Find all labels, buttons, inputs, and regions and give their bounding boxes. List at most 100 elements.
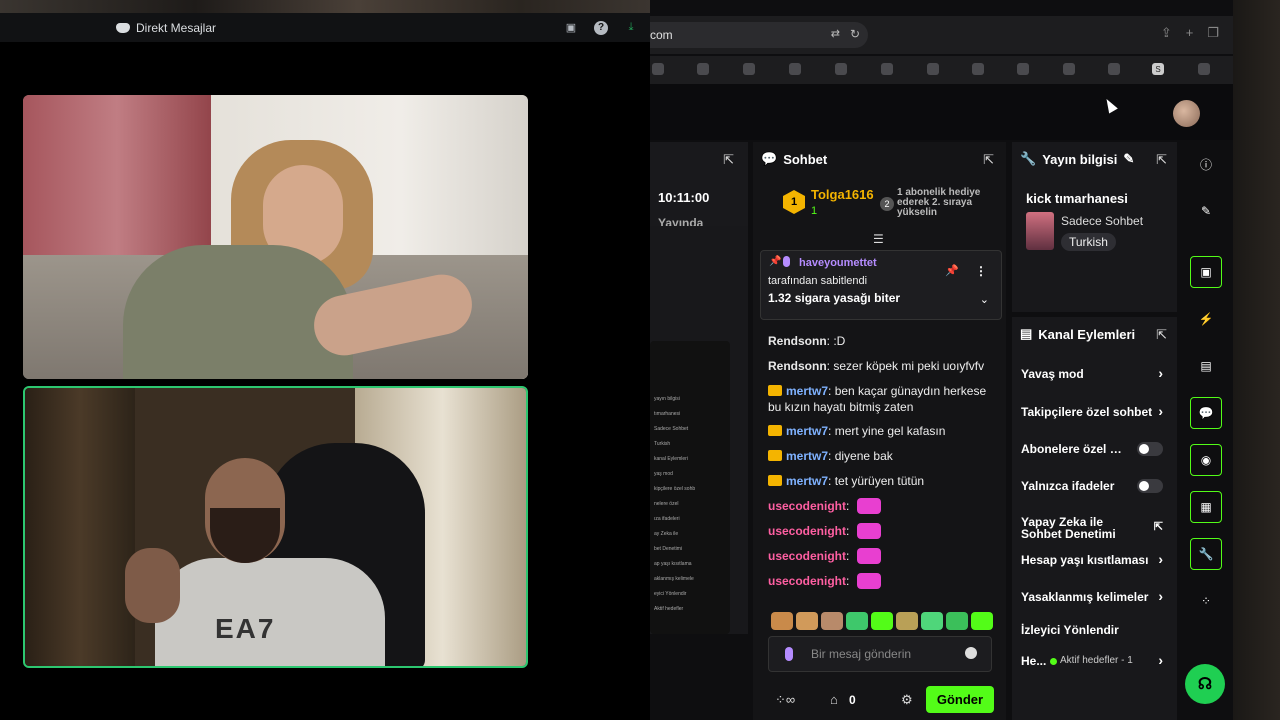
separator: : xyxy=(828,384,835,398)
emote-icon[interactable] xyxy=(971,612,993,630)
thumbnail-text: Turkish xyxy=(654,441,671,447)
emote-icon[interactable] xyxy=(796,612,818,630)
popout-icon[interactable]: ⇱ xyxy=(1156,327,1167,343)
gift-leader-username[interactable]: Tolga1616 xyxy=(811,187,874,202)
chat-panel: 💬 Sohbet ⇱ 1 Tolga1616 1 2 1 abonelik he… xyxy=(753,142,1006,720)
help-icon[interactable]: ? xyxy=(594,20,608,35)
discord-title: Direkt Mesajlar xyxy=(116,13,216,42)
chat-username[interactable]: mertw7 xyxy=(786,449,828,463)
stream-category[interactable]: Sadece Sohbet xyxy=(1061,214,1143,228)
chat-username[interactable]: usecodenight xyxy=(768,549,846,563)
popout-icon[interactable]: ⇱ xyxy=(983,152,994,168)
channel-action-item[interactable]: Yalnızca ifadeler xyxy=(1021,479,1171,496)
chevron-right-icon[interactable]: › xyxy=(1158,654,1163,668)
filter-icon[interactable]: ☰ xyxy=(873,232,884,246)
channel-action-item[interactable]: Hesap yaşı kısıtlaması › xyxy=(1021,553,1171,567)
translate-icon[interactable]: ⇄ xyxy=(831,27,840,40)
mic-icon[interactable] xyxy=(785,647,793,661)
info-icon[interactable]: ⓘ xyxy=(1190,148,1222,180)
bookmark-icon[interactable] xyxy=(789,63,801,75)
unpin-icon[interactable]: 📌 xyxy=(945,264,959,277)
panel-header: 🔧 Yayın bilgisi ✎ xyxy=(1020,151,1134,167)
chat-icon[interactable]: 💬 xyxy=(1190,397,1222,429)
pinned-by-username[interactable]: haveyoumettet xyxy=(799,257,877,269)
broadcast-icon[interactable]: ◉ xyxy=(1190,444,1222,476)
edit-icon[interactable]: ✎ xyxy=(1123,151,1134,167)
apps-icon[interactable]: ⁘ xyxy=(1190,585,1222,617)
chevron-right-icon[interactable]: › xyxy=(1158,590,1163,604)
stream-preview-thumbnail[interactable]: yayın bilgisi tımarhanesi Sadece Sohbet Tur… xyxy=(650,341,730,634)
screenshot-icon[interactable]: ▣ xyxy=(1190,256,1222,288)
popout-icon[interactable]: ⇱ xyxy=(723,152,734,168)
emote-icon[interactable] xyxy=(771,612,793,630)
channel-points-icon[interactable]: ⁘∞ xyxy=(775,692,795,708)
more-options-icon[interactable]: ⋮ xyxy=(975,264,987,278)
emote-icon[interactable] xyxy=(846,612,868,630)
emote-icon[interactable] xyxy=(871,612,893,630)
store-icon[interactable]: ⌂ xyxy=(830,692,838,707)
address-bar[interactable]: com ⇄ ↻ xyxy=(650,22,868,48)
avatar[interactable] xyxy=(1173,100,1200,127)
chat-username[interactable]: Rendsonn xyxy=(768,334,827,348)
notes-icon[interactable]: ▤ xyxy=(1190,350,1222,382)
video-tile-1[interactable] xyxy=(23,95,528,379)
emote-icon[interactable] xyxy=(921,612,943,630)
emote-icon[interactable] xyxy=(946,612,968,630)
support-button[interactable]: ☊ xyxy=(1185,664,1225,704)
chat-username[interactable]: mertw7 xyxy=(786,424,828,438)
edit-icon[interactable]: ✎ xyxy=(1190,195,1222,227)
chat-username[interactable]: usecodenight xyxy=(768,499,846,513)
popout-icon[interactable]: ⇱ xyxy=(1156,152,1167,168)
gift-prompt-text: 1 abonelik hediye ederek 2. sıraya yükse… xyxy=(897,187,981,218)
emoji-icon[interactable] xyxy=(965,647,977,659)
emote-icon[interactable] xyxy=(896,612,918,630)
category-thumbnail[interactable] xyxy=(1026,212,1054,250)
chat-username[interactable]: usecodenight xyxy=(768,524,846,538)
bookmark-icon[interactable] xyxy=(1198,63,1210,75)
bookmark-icon[interactable] xyxy=(697,63,709,75)
chat-username[interactable]: mertw7 xyxy=(786,384,828,398)
stream-manager-icon[interactable]: ▦ xyxy=(1190,491,1222,523)
bookmark-icon[interactable] xyxy=(927,63,939,75)
channel-action-item[interactable]: Takipçilere özel sohbet › xyxy=(1021,405,1171,419)
bookmark-icon[interactable] xyxy=(743,63,755,75)
tabs-overview-icon[interactable]: ❐ xyxy=(1207,25,1219,41)
channel-action-item[interactable]: İzleyici Yönlendir xyxy=(1021,623,1171,637)
bookmark-icon[interactable] xyxy=(1108,63,1120,75)
bookmark-icon[interactable] xyxy=(1063,63,1075,75)
layers-icon: ▤ xyxy=(1020,326,1033,341)
new-tab-icon[interactable]: + xyxy=(1186,25,1194,41)
channel-action-item[interactable]: Yapay Zeka ile Sohbet Denetimi ⇱ xyxy=(1021,516,1171,542)
channel-action-item[interactable]: Yasaklanmış kelimeler › xyxy=(1021,590,1171,604)
chat-username[interactable]: usecodenight xyxy=(768,574,846,588)
toggle-switch[interactable] xyxy=(1137,479,1163,493)
chevron-right-icon[interactable]: › xyxy=(1158,405,1163,419)
bookmark-icon[interactable] xyxy=(972,63,984,75)
channel-action-item[interactable]: Yavaş mod › xyxy=(1021,367,1171,381)
video-tile-2-speaking[interactable]: EA7 xyxy=(23,386,528,668)
reload-icon[interactable]: ↻ xyxy=(850,27,860,41)
bookmark-icon[interactable] xyxy=(652,63,664,75)
channel-action-item[interactable]: Abonelere özel sohbet xyxy=(1021,442,1171,459)
bookmark-icon[interactable] xyxy=(881,63,893,75)
bookmark-icon[interactable] xyxy=(1017,63,1029,75)
chat-username[interactable]: mertw7 xyxy=(786,474,828,488)
chat-input[interactable]: Bir mesaj gönderin xyxy=(768,636,992,672)
chevron-right-icon[interactable]: › xyxy=(1158,553,1163,567)
chevron-right-icon[interactable]: › xyxy=(1158,367,1163,381)
bookmark-icon[interactable] xyxy=(835,63,847,75)
gear-icon[interactable]: ⚙ xyxy=(901,692,913,708)
toggle-switch[interactable] xyxy=(1137,442,1163,456)
chat-username[interactable]: Rendsonn xyxy=(768,359,827,373)
pinned-message[interactable]: 📌 haveyoumettet 📌 ⋮ tarafından sabitlend… xyxy=(760,250,1002,320)
send-button[interactable]: Gönder xyxy=(926,686,994,713)
external-link-icon[interactable]: ⇱ xyxy=(1154,520,1163,533)
wrench-icon[interactable]: 🔧 xyxy=(1190,538,1222,570)
chevron-down-icon[interactable]: ⌄ xyxy=(980,293,989,306)
screen-share-icon[interactable]: ▣ xyxy=(564,21,578,35)
emote-icon[interactable] xyxy=(821,612,843,630)
lightning-icon[interactable]: ⚡ xyxy=(1190,303,1222,335)
bookmark-icon[interactable]: S xyxy=(1152,63,1164,75)
download-icon[interactable]: ⤓ xyxy=(624,21,638,35)
share-icon[interactable]: ⇪ xyxy=(1161,25,1172,41)
